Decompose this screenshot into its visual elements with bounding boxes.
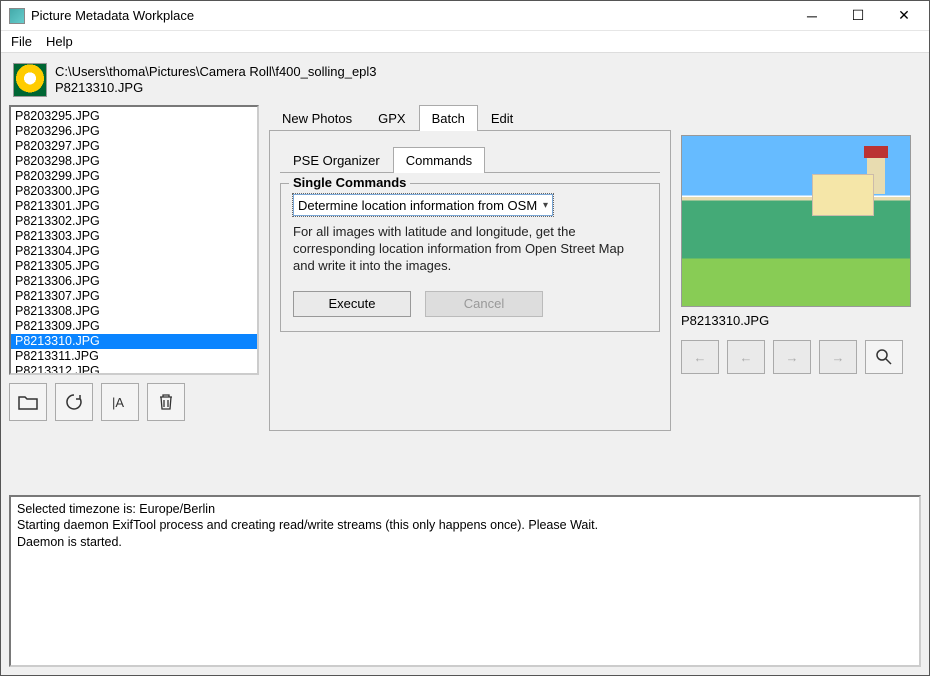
delete-button[interactable]	[147, 383, 185, 421]
list-toolbar: |A	[9, 383, 259, 421]
menu-help[interactable]: Help	[46, 34, 73, 49]
command-selected: Determine location information from OSM	[298, 198, 537, 213]
prev-icon: ←	[740, 350, 753, 365]
menubar: File Help	[1, 31, 929, 53]
open-folder-button[interactable]	[9, 383, 47, 421]
rename-button[interactable]: |A	[101, 383, 139, 421]
preview-column: P8213310.JPG ← ← → →	[681, 105, 921, 431]
list-item[interactable]: P8203295.JPG	[11, 109, 257, 124]
main-column: New Photos GPX Batch Edit PSE Organizer …	[265, 105, 675, 431]
list-item[interactable]: P8203299.JPG	[11, 169, 257, 184]
titlebar: Picture Metadata Workplace ─ ☐ ✕	[1, 1, 929, 31]
app-icon	[9, 8, 25, 24]
chevron-down-icon: ▾	[543, 200, 548, 211]
content-area: P8203295.JPGP8203296.JPGP8203297.JPGP820…	[1, 105, 929, 431]
path-text: C:\Users\thoma\Pictures\Camera Roll\f400…	[55, 64, 377, 95]
refresh-button[interactable]	[55, 383, 93, 421]
path-file: P8213310.JPG	[55, 80, 377, 96]
close-button[interactable]: ✕	[881, 1, 927, 31]
list-item[interactable]: P8203298.JPG	[11, 154, 257, 169]
nav-prev-button[interactable]: ←	[727, 340, 765, 374]
main-tabs: New Photos GPX Batch Edit	[269, 105, 671, 131]
image-preview	[681, 135, 911, 307]
list-item[interactable]: P8213312.JPG	[11, 364, 257, 375]
nav-next-button[interactable]: →	[773, 340, 811, 374]
group-title: Single Commands	[289, 175, 410, 190]
tab-edit[interactable]: Edit	[478, 105, 526, 131]
button-row: Execute Cancel	[293, 291, 647, 317]
single-commands-group: Single Commands Determine location infor…	[280, 183, 660, 332]
app-window: Picture Metadata Workplace ─ ☐ ✕ File He…	[0, 0, 930, 676]
tab-batch[interactable]: Batch	[419, 105, 478, 131]
batch-tab-body: PSE Organizer Commands Single Commands D…	[269, 131, 671, 431]
subtab-pse-organizer[interactable]: PSE Organizer	[280, 147, 393, 173]
tab-new-photos[interactable]: New Photos	[269, 105, 365, 131]
preview-caption: P8213310.JPG	[681, 313, 921, 328]
menu-file[interactable]: File	[11, 34, 32, 49]
list-item[interactable]: P8213307.JPG	[11, 289, 257, 304]
list-item[interactable]: P8203297.JPG	[11, 139, 257, 154]
command-description: For all images with latitude and longitu…	[293, 224, 647, 275]
list-item[interactable]: P8213304.JPG	[11, 244, 257, 259]
folder-icon	[18, 394, 38, 410]
file-list-column: P8203295.JPGP8203296.JPGP8203297.JPGP820…	[9, 105, 259, 431]
command-combobox[interactable]: Determine location information from OSM …	[293, 194, 553, 216]
list-item[interactable]: P8213301.JPG	[11, 199, 257, 214]
rename-icon: |A	[110, 393, 130, 411]
magnifier-icon	[875, 348, 893, 366]
execute-button[interactable]: Execute	[293, 291, 411, 317]
nav-last-button[interactable]: →	[819, 340, 857, 374]
tab-gpx[interactable]: GPX	[365, 105, 418, 131]
refresh-icon	[65, 393, 83, 411]
batch-subtabs: PSE Organizer Commands	[280, 147, 660, 173]
path-row: C:\Users\thoma\Pictures\Camera Roll\f400…	[1, 53, 929, 105]
window-title: Picture Metadata Workplace	[31, 8, 789, 23]
preview-nav: ← ← → →	[681, 340, 921, 374]
list-item[interactable]: P8213306.JPG	[11, 274, 257, 289]
path-dir: C:\Users\thoma\Pictures\Camera Roll\f400…	[55, 64, 377, 80]
nav-first-button[interactable]: ←	[681, 340, 719, 374]
list-item[interactable]: P8213311.JPG	[11, 349, 257, 364]
minimize-button[interactable]: ─	[789, 1, 835, 31]
zoom-button[interactable]	[865, 340, 903, 374]
log-output[interactable]: Selected timezone is: Europe/Berlin Star…	[9, 495, 921, 667]
next-icon: →	[786, 350, 799, 365]
last-icon: →	[832, 350, 845, 365]
trash-icon	[158, 393, 174, 411]
list-item[interactable]: P8203296.JPG	[11, 124, 257, 139]
path-thumbnail	[13, 63, 47, 97]
list-item[interactable]: P8213309.JPG	[11, 319, 257, 334]
list-item[interactable]: P8213310.JPG	[11, 334, 257, 349]
cancel-button: Cancel	[425, 291, 543, 317]
subtab-commands[interactable]: Commands	[393, 147, 485, 173]
list-item[interactable]: P8213302.JPG	[11, 214, 257, 229]
file-listbox[interactable]: P8203295.JPGP8203296.JPGP8203297.JPGP820…	[9, 105, 259, 375]
list-item[interactable]: P8213308.JPG	[11, 304, 257, 319]
svg-text:|A: |A	[112, 395, 124, 410]
first-icon: ←	[694, 350, 707, 365]
list-item[interactable]: P8203300.JPG	[11, 184, 257, 199]
maximize-button[interactable]: ☐	[835, 1, 881, 31]
list-item[interactable]: P8213305.JPG	[11, 259, 257, 274]
list-item[interactable]: P8213303.JPG	[11, 229, 257, 244]
